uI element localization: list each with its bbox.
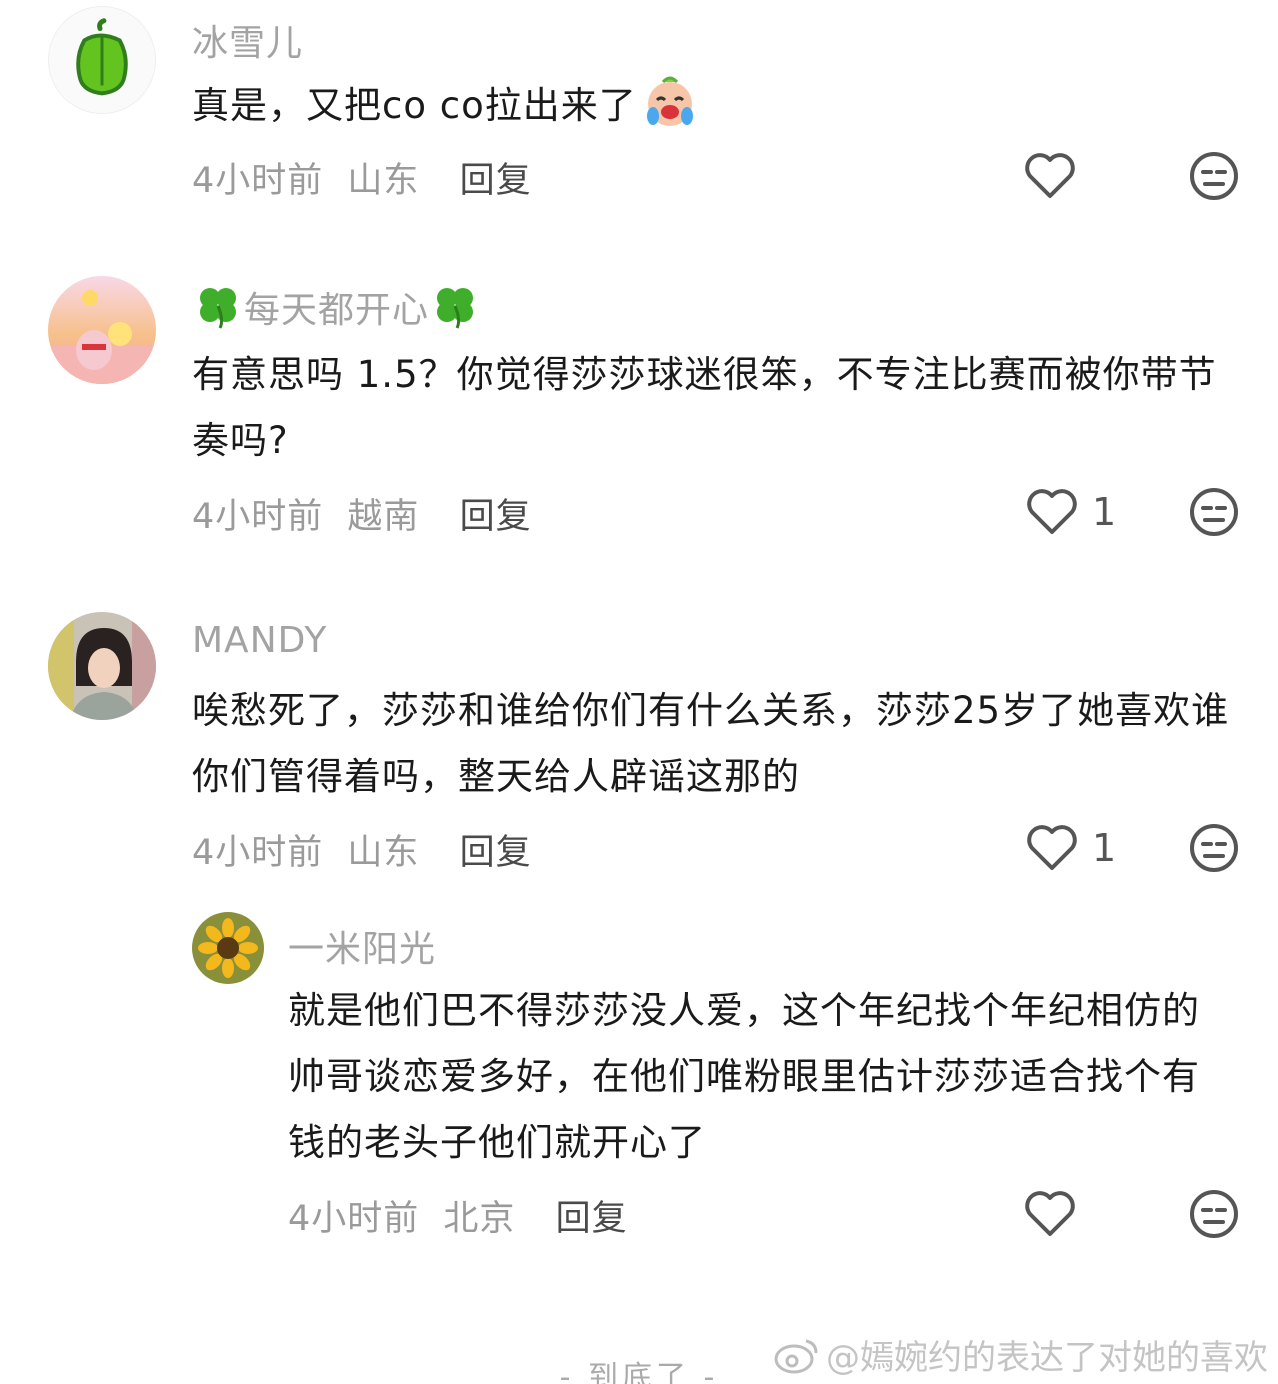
comment-meta: 4小时前 山东 回复: [192, 152, 532, 203]
dislike-button[interactable]: [1188, 822, 1240, 874]
comment-text: 有意思吗 1.5？你觉得莎莎球迷很笨，不专注比赛而被你带节奏吗?: [192, 353, 1217, 462]
meh-face-icon: [1190, 488, 1238, 536]
comment-text: 唉愁死了，莎莎和谁给你们有什么关系，莎莎25岁了她喜欢谁你们管得着吗，整天给人辟…: [192, 689, 1230, 798]
sunflower-avatar-icon: [192, 912, 264, 984]
comment-username-text: 每天都开心: [244, 290, 430, 331]
weibo-watermark: @嫣婉约的表达了对她的喜欢: [772, 1330, 1268, 1379]
avatar[interactable]: [48, 612, 156, 720]
comment-location: 北京: [443, 1199, 516, 1239]
dislike-button[interactable]: [1188, 1188, 1240, 1240]
comment-username[interactable]: MANDY: [192, 620, 327, 661]
girl-portrait-avatar-icon: [48, 612, 156, 720]
comment-username[interactable]: 每天都开心: [192, 280, 481, 333]
like-button[interactable]: [1024, 1190, 1090, 1238]
dislike-button[interactable]: [1188, 150, 1240, 202]
comment-text: 真是，又把co co拉出来了: [192, 72, 1232, 139]
comment-time: 4小时前: [192, 161, 324, 201]
heart-outline-icon: [1027, 825, 1077, 870]
heart-outline-icon: [1027, 489, 1077, 534]
reply-button[interactable]: 回复: [460, 497, 532, 537]
comment-location: 越南: [347, 497, 420, 537]
reply-username[interactable]: 一米阳光: [288, 920, 436, 972]
comment-time: 4小时前: [192, 833, 324, 873]
comment-location: 山东: [347, 833, 420, 873]
avatar[interactable]: [48, 6, 156, 114]
four-leaf-clover-icon: [200, 288, 236, 329]
like-count: 1: [1092, 490, 1117, 534]
like-button[interactable]: 1: [1026, 488, 1116, 536]
avatar[interactable]: [192, 912, 264, 984]
dislike-button[interactable]: [1188, 486, 1240, 538]
crying-laugh-emoji-icon: [646, 76, 693, 126]
reply-button[interactable]: 回复: [556, 1199, 628, 1239]
weibo-logo-icon: [774, 1339, 818, 1373]
comment-list: 冰雪儿 真是，又把co co拉出来了 4小时前 山东 回复 每天都开心 有意思吗…: [0, 0, 1278, 1384]
comment-text-body: 真是，又把co co拉出来了: [192, 84, 637, 127]
comment-time: 4小时前: [192, 497, 324, 537]
like-button[interactable]: [1024, 152, 1090, 200]
comment-location: 山东: [347, 161, 420, 201]
reply-meta: 4小时前 北京 回复: [288, 1190, 628, 1241]
four-leaf-clover-icon: [437, 288, 474, 329]
watermark-text: @嫣婉约的表达了对她的喜欢: [826, 1338, 1268, 1378]
like-button[interactable]: 1: [1026, 824, 1116, 872]
comment-time: 4小时前: [288, 1199, 420, 1239]
comment-meta: 4小时前 越南 回复: [192, 488, 532, 539]
sunset-pig-avatar-icon: [48, 276, 156, 384]
meh-face-icon: [1190, 1190, 1238, 1238]
comment-meta: 4小时前 山东 回复: [192, 824, 532, 875]
meh-face-icon: [1190, 152, 1238, 200]
avatar[interactable]: [48, 276, 156, 384]
meh-face-icon: [1190, 824, 1238, 872]
reply-button[interactable]: 回复: [460, 161, 532, 201]
reply-text: 就是他们巴不得莎莎没人爱，这个年纪找个年纪相仿的帅哥谈恋爱多好，在他们唯粉眼里估…: [288, 989, 1200, 1164]
like-count: 1: [1092, 826, 1117, 870]
comment-username[interactable]: 冰雪儿: [192, 14, 303, 66]
reply-button[interactable]: 回复: [460, 833, 532, 873]
heart-outline-icon: [1025, 1191, 1075, 1236]
heart-outline-icon: [1025, 153, 1075, 198]
green-pepper-avatar-icon: [49, 7, 155, 113]
